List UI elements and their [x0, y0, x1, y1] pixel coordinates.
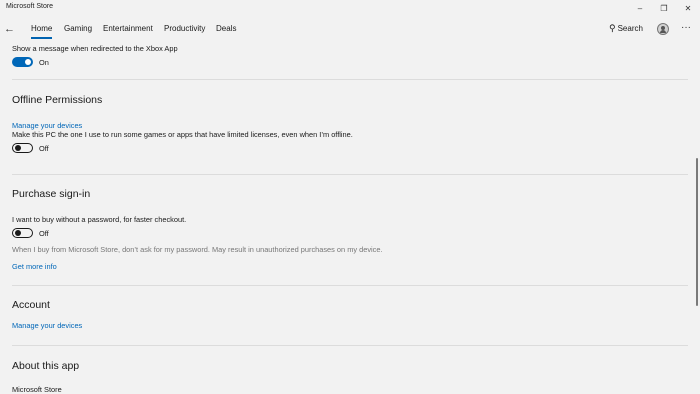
offline-manage-devices-link[interactable]: Manage your devices	[12, 121, 82, 130]
get-more-info-link[interactable]: Get more info	[12, 262, 57, 271]
nav-bar: ← Home Gaming Entertainment Productivity…	[0, 18, 700, 40]
purchase-signin-heading: Purchase sign-in	[12, 188, 91, 200]
tab-productivity[interactable]: Productivity	[164, 24, 205, 33]
purchase-signin-toggle[interactable]	[12, 228, 33, 238]
minimize-button[interactable]: –	[628, 0, 652, 18]
purchase-description: I want to buy without a password, for fa…	[12, 215, 187, 224]
search-label: Search	[617, 24, 643, 33]
more-options-icon[interactable]: ···	[681, 22, 691, 33]
scrollbar-thumb[interactable]	[696, 158, 698, 306]
xbox-message-label: Show a message when redirected to the Xb…	[12, 44, 178, 53]
maximize-button[interactable]: ❐	[652, 0, 676, 18]
tab-home[interactable]: Home	[31, 24, 53, 39]
xbox-toggle-state: On	[39, 58, 49, 67]
search-icon: ⚲	[609, 23, 616, 33]
close-button[interactable]: ✕	[676, 0, 700, 18]
tab-entertainment[interactable]: Entertainment	[103, 24, 153, 33]
window-title: Microsoft Store	[6, 3, 54, 10]
account-heading: Account	[12, 299, 50, 311]
title-bar: Microsoft Store – ❐ ✕	[0, 0, 700, 18]
divider	[12, 345, 688, 346]
account-avatar-icon[interactable]	[657, 23, 669, 35]
offline-description: Make this PC the one I use to run some g…	[12, 130, 353, 139]
tab-gaming[interactable]: Gaming	[64, 24, 92, 33]
purchase-note: When I buy from Microsoft Store, don’t a…	[12, 245, 383, 254]
settings-content: Show a message when redirected to the Xb…	[0, 40, 692, 394]
about-app-name: Microsoft Store	[12, 385, 62, 394]
xbox-message-toggle[interactable]	[12, 57, 33, 67]
offline-toggle-state: Off	[39, 144, 49, 153]
tab-deals[interactable]: Deals	[216, 24, 236, 33]
offline-permissions-toggle[interactable]	[12, 143, 33, 153]
account-manage-devices-link[interactable]: Manage your devices	[12, 321, 82, 330]
divider	[12, 79, 688, 80]
offline-permissions-heading: Offline Permissions	[12, 94, 103, 106]
about-app-heading: About this app	[12, 360, 80, 372]
divider	[12, 285, 688, 286]
divider	[12, 174, 688, 175]
purchase-toggle-state: Off	[39, 229, 49, 238]
back-arrow-icon[interactable]: ←	[4, 21, 18, 37]
search-button[interactable]: ⚲ Search	[609, 23, 643, 34]
scrollbar[interactable]	[692, 40, 700, 394]
